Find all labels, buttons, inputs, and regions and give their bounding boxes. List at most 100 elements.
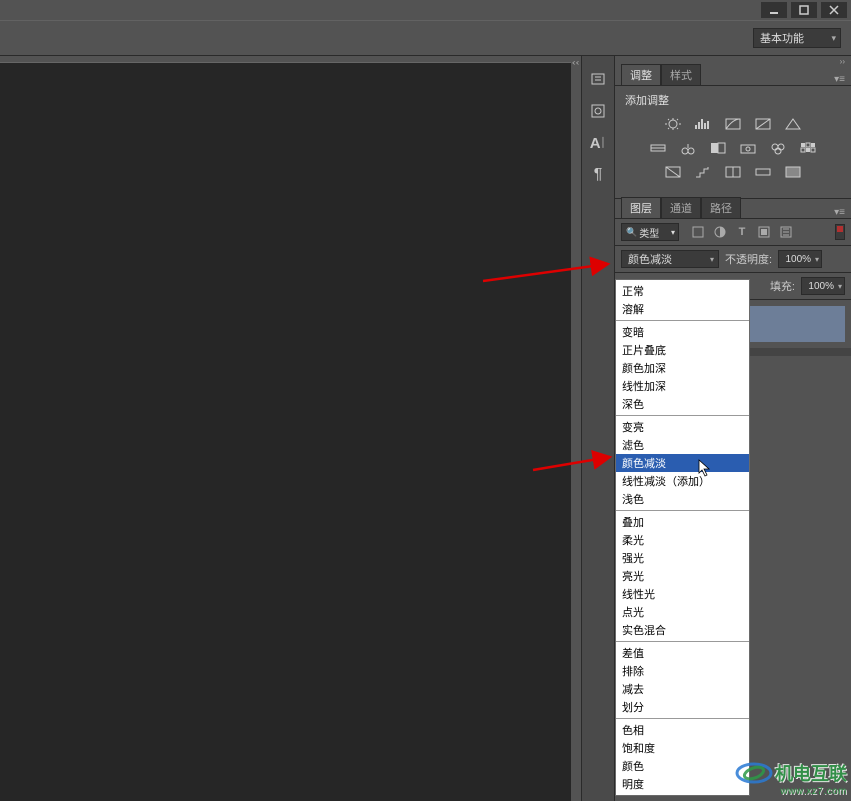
- brightness-contrast-icon[interactable]: [663, 116, 683, 132]
- close-button[interactable]: [821, 2, 847, 18]
- blend-item[interactable]: 浅色: [616, 490, 749, 508]
- blend-item[interactable]: 减去: [616, 680, 749, 698]
- threshold-icon[interactable]: [723, 164, 743, 180]
- minimize-button[interactable]: [761, 2, 787, 18]
- curves-icon[interactable]: [723, 116, 743, 132]
- blend-item[interactable]: 实色混合: [616, 621, 749, 639]
- paragraph-panel-icon[interactable]: ¶: [585, 162, 611, 188]
- filter-shape-icon[interactable]: [757, 225, 771, 239]
- collapsed-panel-strip: A│ ¶: [581, 56, 615, 801]
- adjustments-panel-menu-icon[interactable]: ▾≡: [834, 74, 845, 85]
- canvas-area: [0, 56, 571, 801]
- blend-item[interactable]: 点光: [616, 603, 749, 621]
- selective-color-icon[interactable]: [783, 164, 803, 180]
- canvas[interactable]: [0, 62, 571, 801]
- blend-item-selected[interactable]: 颜色减淡: [616, 454, 749, 472]
- bw-icon[interactable]: [708, 140, 728, 156]
- blend-item[interactable]: 亮光: [616, 567, 749, 585]
- blend-item[interactable]: 溶解: [616, 300, 749, 318]
- blend-item[interactable]: 强光: [616, 549, 749, 567]
- exposure-icon[interactable]: [753, 116, 773, 132]
- blend-item[interactable]: 线性加深: [616, 377, 749, 395]
- vibrance-icon[interactable]: [783, 116, 803, 132]
- posterize-icon[interactable]: [693, 164, 713, 180]
- properties-panel-icon[interactable]: [585, 98, 611, 124]
- options-bar: 基本功能: [0, 20, 851, 56]
- layer-filter-select[interactable]: 类型: [621, 223, 679, 241]
- tab-styles[interactable]: 样式: [661, 64, 701, 85]
- filter-smart-icon[interactable]: [779, 225, 793, 239]
- layers-panel-menu-icon[interactable]: ▾≡: [834, 207, 845, 218]
- blend-item[interactable]: 线性减淡（添加）: [616, 472, 749, 490]
- tab-channels[interactable]: 通道: [661, 197, 701, 218]
- levels-icon[interactable]: [693, 116, 713, 132]
- blend-item[interactable]: 颜色: [616, 757, 749, 775]
- layers-panel-tabs: 图层 通道 路径 ▾≡: [615, 199, 851, 219]
- filter-type-icon[interactable]: T: [735, 225, 749, 239]
- invert-icon[interactable]: [663, 164, 683, 180]
- tab-adjustments[interactable]: 调整: [621, 64, 661, 85]
- watermark: 机电互联 www.xz7.com: [735, 760, 847, 797]
- blend-item[interactable]: 滤色: [616, 436, 749, 454]
- blend-item[interactable]: 叠加: [616, 513, 749, 531]
- adjustments-panel-tabs: 调整 样式 ▾≡: [615, 66, 851, 86]
- gradient-map-icon[interactable]: [753, 164, 773, 180]
- cursor-icon: [698, 459, 712, 477]
- workspace-select[interactable]: 基本功能: [753, 28, 841, 48]
- add-adjustment-label: 添加调整: [625, 92, 841, 108]
- blend-item[interactable]: 色相: [616, 721, 749, 739]
- opacity-value: 100%: [785, 254, 811, 265]
- blend-item[interactable]: 排除: [616, 662, 749, 680]
- photo-filter-icon[interactable]: [738, 140, 758, 156]
- fill-value: 100%: [808, 281, 834, 292]
- blend-item[interactable]: 颜色加深: [616, 359, 749, 377]
- annotation-arrow-1: [478, 256, 618, 286]
- channel-mixer-icon[interactable]: [768, 140, 788, 156]
- watermark-text: 机电互联: [775, 760, 847, 786]
- opacity-input[interactable]: 100%: [778, 250, 822, 268]
- blend-group-contrast: 叠加 柔光 强光 亮光 线性光 点光 实色混合: [616, 511, 749, 642]
- blend-item[interactable]: 正常: [616, 282, 749, 300]
- blend-item[interactable]: 变暗: [616, 323, 749, 341]
- blend-item[interactable]: 柔光: [616, 531, 749, 549]
- fill-input[interactable]: 100%: [801, 277, 845, 295]
- blend-item[interactable]: 正片叠底: [616, 341, 749, 359]
- blend-item[interactable]: 差值: [616, 644, 749, 662]
- layer-filter-toggle[interactable]: [835, 224, 845, 240]
- fill-label: 填充:: [770, 278, 795, 294]
- color-balance-icon[interactable]: [678, 140, 698, 156]
- character-panel-icon[interactable]: A│: [585, 130, 611, 156]
- blend-item[interactable]: 明度: [616, 775, 749, 793]
- blend-group-darken: 变暗 正片叠底 颜色加深 线性加深 深色: [616, 321, 749, 416]
- blend-mode-select[interactable]: 颜色减淡: [621, 250, 719, 268]
- adjustments-panel-body: 添加调整: [615, 86, 851, 198]
- blend-mode-dropdown: 正常 溶解 变暗 正片叠底 颜色加深 线性加深 深色 变亮 滤色 颜色减淡 线性…: [615, 279, 750, 796]
- tab-paths[interactable]: 路径: [701, 197, 741, 218]
- filter-adjustment-icon[interactable]: [713, 225, 727, 239]
- watermark-logo-icon: [735, 762, 773, 784]
- color-lookup-icon[interactable]: [798, 140, 818, 156]
- tab-layers[interactable]: 图层: [621, 197, 661, 218]
- history-panel-icon[interactable]: [585, 66, 611, 92]
- blend-item[interactable]: 饱和度: [616, 739, 749, 757]
- blend-item[interactable]: 变亮: [616, 418, 749, 436]
- filter-pixel-icon[interactable]: [691, 225, 705, 239]
- watermark-url: www.xz7.com: [735, 786, 847, 797]
- blend-group-lighten: 变亮 滤色 颜色减淡 线性减淡（添加） 浅色: [616, 416, 749, 511]
- blend-item[interactable]: 划分: [616, 698, 749, 716]
- maximize-button[interactable]: [791, 2, 817, 18]
- blend-group-component: 色相 饱和度 颜色 明度: [616, 719, 749, 795]
- layer-filter-label: 类型: [639, 225, 659, 240]
- panels-collapse-left[interactable]: ‹‹: [571, 56, 581, 801]
- opacity-label: 不透明度:: [725, 251, 772, 267]
- layer-filter-row: 类型 T: [615, 219, 851, 246]
- blend-item[interactable]: 深色: [616, 395, 749, 413]
- workspace-label: 基本功能: [760, 30, 804, 46]
- blend-mode-row: 颜色减淡 不透明度: 100%: [615, 246, 851, 273]
- title-bar: [0, 0, 851, 20]
- blend-group-normal: 正常 溶解: [616, 280, 749, 321]
- blend-item[interactable]: 线性光: [616, 585, 749, 603]
- blend-mode-value: 颜色减淡: [628, 251, 672, 267]
- hue-sat-icon[interactable]: [648, 140, 668, 156]
- annotation-arrow-2: [528, 445, 618, 475]
